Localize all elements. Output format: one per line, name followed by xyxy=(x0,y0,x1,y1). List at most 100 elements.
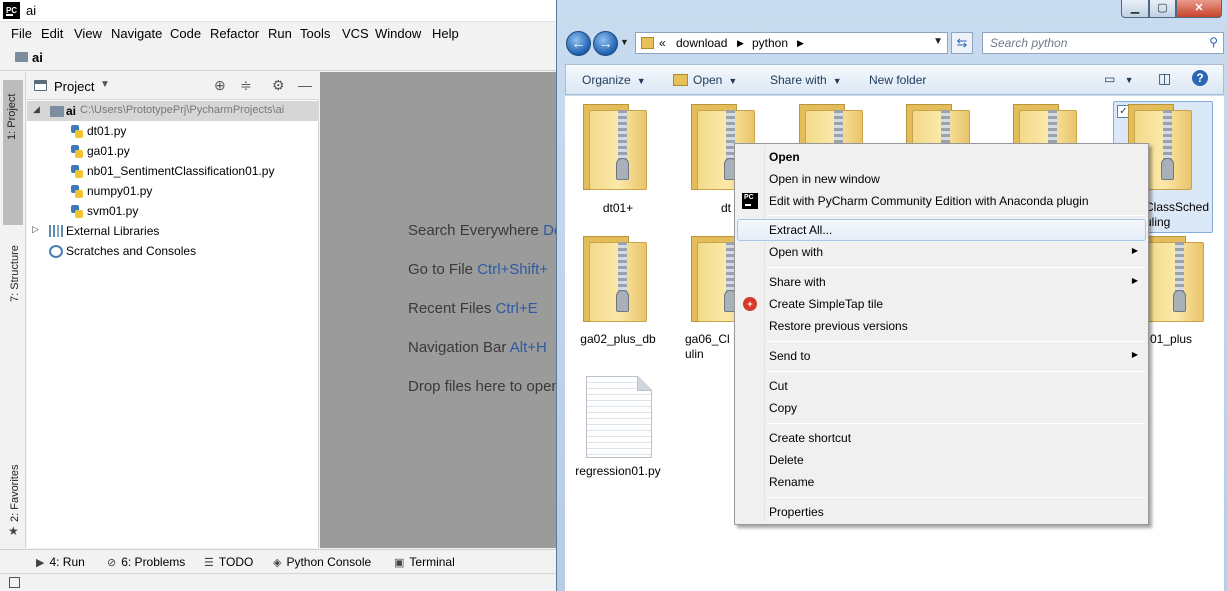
zip-folder-icon[interactable] xyxy=(583,104,653,202)
share-with-button[interactable]: Share with ▼ xyxy=(770,73,842,87)
menu-edit[interactable]: Edit xyxy=(41,26,63,41)
forward-button[interactable]: → xyxy=(593,31,618,56)
menu-navigate[interactable]: Navigate xyxy=(111,26,162,41)
address-segment-python[interactable]: python xyxy=(752,36,788,50)
maximize-button[interactable]: ▢ xyxy=(1149,0,1176,18)
breadcrumb-arrow-icon[interactable]: ▶ xyxy=(737,38,744,49)
menu-item-create-shortcut[interactable]: Create shortcut xyxy=(737,427,1146,449)
change-view-icon[interactable]: ▭ ▼ xyxy=(1104,72,1134,86)
text-file-icon[interactable] xyxy=(586,376,652,458)
new-folder-button[interactable]: New folder xyxy=(869,73,926,87)
tree-file[interactable]: numpy01.py xyxy=(27,181,319,201)
tree-file[interactable]: dt01.py xyxy=(27,121,319,141)
address-bar[interactable]: « download ▶ python ▶ ▼ xyxy=(635,32,948,54)
gear-icon[interactable]: ⚙ xyxy=(272,77,285,94)
tree-root-ai[interactable]: ◢ ai C:\Users\PrototypePrj\PycharmProjec… xyxy=(27,101,319,121)
project-panel: Project ▼ ⊕ ≑ ⚙ — ◢ ai C:\Users\Prototyp… xyxy=(27,72,319,548)
tool-tab-favorites[interactable]: 2: Favorites xyxy=(9,465,21,522)
menu-refactor[interactable]: Refactor xyxy=(210,26,259,41)
item-label[interactable]: dt01+ xyxy=(568,201,668,216)
menu-view[interactable]: View xyxy=(74,26,102,41)
collapse-all-icon[interactable]: ≑ xyxy=(240,77,252,94)
project-view-selector[interactable]: Project xyxy=(54,79,94,94)
menu-item-restore-previous[interactable]: Restore previous versions xyxy=(737,315,1146,337)
tree-scratches[interactable]: Scratches and Consoles xyxy=(27,241,319,261)
menu-item-open[interactable]: Open xyxy=(737,146,1146,168)
search-placeholder: Search python xyxy=(990,36,1068,50)
chevron-down-icon[interactable]: ▼ xyxy=(100,79,110,90)
terminal-icon: ▣ xyxy=(394,557,405,569)
tool-todo[interactable]: ☰ TODO xyxy=(204,555,253,569)
menu-item-delete[interactable]: Delete xyxy=(737,449,1146,471)
menu-run[interactable]: Run xyxy=(268,26,292,41)
item-label[interactable]: ga02_plus_db xyxy=(568,332,668,347)
search-icon[interactable]: ⚲ xyxy=(1209,35,1218,49)
window-title: ai xyxy=(26,3,37,18)
preview-pane-icon[interactable]: ◫ xyxy=(1158,70,1171,87)
tool-python-console[interactable]: ◈ Python Console xyxy=(273,555,371,569)
menu-item-open-new-window[interactable]: Open in new window xyxy=(737,168,1146,190)
menu-separator xyxy=(767,267,1145,268)
menu-vcs[interactable]: VCS xyxy=(342,26,369,41)
refresh-button[interactable]: ⇆ xyxy=(951,32,973,54)
locate-icon[interactable]: ⊕ xyxy=(214,77,226,94)
menu-item-rename[interactable]: Rename xyxy=(737,471,1146,493)
bottom-tool-bar: ▶ 4: Run ⊘ 6: Problems ☰ TODO ◈ Python Conso… xyxy=(0,549,557,573)
menu-item-extract-all[interactable]: Extract All... xyxy=(737,219,1146,241)
expand-arrow-icon[interactable]: ◢ xyxy=(33,104,40,115)
tree-external-libraries[interactable]: ▷ External Libraries xyxy=(27,221,319,241)
menu-item-send-to[interactable]: Send to ▶ xyxy=(737,345,1146,367)
item-label[interactable]: ClassSched uling xyxy=(1145,200,1209,230)
organize-button[interactable]: Organize ▼ xyxy=(582,73,646,87)
zip-folder-icon[interactable] xyxy=(1140,236,1210,334)
hide-icon[interactable]: — xyxy=(298,77,312,93)
menu-separator xyxy=(767,341,1145,342)
simpletap-icon: + xyxy=(743,297,757,311)
tool-run[interactable]: ▶ 4: Run xyxy=(36,555,85,569)
menu-help[interactable]: Help xyxy=(432,26,459,41)
minimize-button[interactable]: ▁ xyxy=(1121,0,1149,18)
tree-file[interactable]: svm01.py xyxy=(27,201,319,221)
address-history-chevron[interactable]: « xyxy=(659,36,666,50)
address-dropdown-icon[interactable]: ▼ xyxy=(933,36,943,47)
menu-code[interactable]: Code xyxy=(170,26,201,41)
collapsed-arrow-icon[interactable]: ▷ xyxy=(32,224,39,235)
item-label[interactable]: regression01.py xyxy=(568,464,668,479)
tool-tab-structure[interactable]: 7: Structure xyxy=(9,245,21,302)
menu-item-edit-with-pycharm[interactable]: PC Edit with PyCharm Community Edition wi… xyxy=(737,190,1146,212)
submenu-arrow-icon: ▶ xyxy=(1131,246,1138,255)
breadcrumb[interactable]: ai xyxy=(32,50,43,65)
menu-window[interactable]: Window xyxy=(375,26,421,41)
tool-tab-project[interactable]: 1: Project xyxy=(3,80,23,225)
menu-separator xyxy=(767,497,1145,498)
item-label[interactable]: 01_plus xyxy=(1150,332,1210,347)
left-tool-strip: 1: Project 7: Structure 2: Favorites ★ xyxy=(0,72,26,548)
address-segment-download[interactable]: download xyxy=(676,36,727,50)
open-button[interactable]: Open ▼ xyxy=(673,73,737,87)
close-button[interactable]: ✕ xyxy=(1176,0,1222,18)
tool-problems[interactable]: ⊘ 6: Problems xyxy=(107,555,185,569)
menu-item-copy[interactable]: Copy xyxy=(737,397,1146,419)
tool-terminal[interactable]: ▣ Terminal xyxy=(394,555,455,569)
breadcrumb-arrow-icon[interactable]: ▶ xyxy=(797,38,804,49)
zip-folder-icon[interactable] xyxy=(583,236,653,334)
search-input[interactable]: Search python ⚲ xyxy=(982,32,1224,54)
recent-pages-icon[interactable]: ▼ xyxy=(620,37,629,47)
tree-file[interactable]: nb01_SentimentClassification01.py xyxy=(27,161,319,181)
menu-item-cut[interactable]: Cut xyxy=(737,375,1146,397)
run-icon: ▶ xyxy=(36,557,45,569)
menu-item-properties[interactable]: Properties xyxy=(737,501,1146,523)
menu-bar: File Edit View Navigate Code Refactor Ru… xyxy=(0,22,557,45)
menu-item-share-with[interactable]: Share with ▶ xyxy=(737,271,1146,293)
menu-tools[interactable]: Tools xyxy=(300,26,330,41)
menu-file[interactable]: File xyxy=(11,26,32,41)
python-file-icon xyxy=(71,205,83,218)
toggle-tool-windows-icon[interactable] xyxy=(9,577,20,588)
menu-item-open-with[interactable]: Open with ▶ xyxy=(737,241,1146,263)
back-button[interactable]: ← xyxy=(566,31,591,56)
project-panel-header: Project ▼ ⊕ ≑ ⚙ — xyxy=(27,72,319,100)
tree-file[interactable]: ga01.py xyxy=(27,141,319,161)
editor-empty-area[interactable]: Search Everywhere Do Go to File Ctrl+Shi… xyxy=(320,72,557,548)
menu-item-create-simpletap[interactable]: + Create SimpleTap tile xyxy=(737,293,1146,315)
help-icon[interactable]: ? xyxy=(1192,70,1208,86)
